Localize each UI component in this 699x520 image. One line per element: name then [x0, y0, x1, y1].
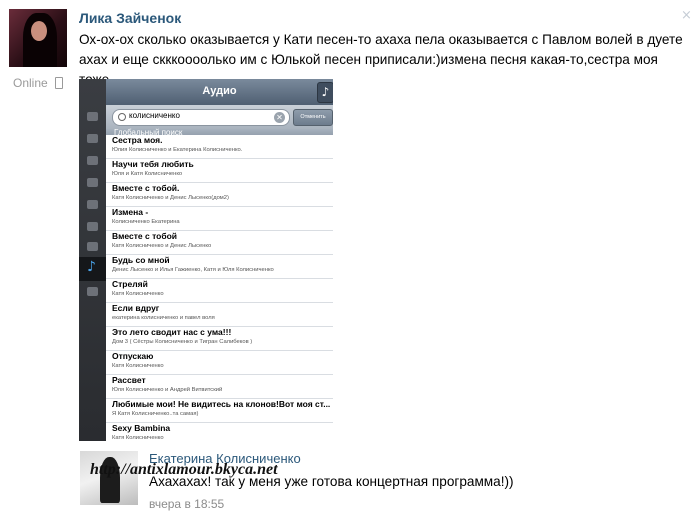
camera-icon [87, 200, 98, 209]
search-icon [118, 113, 126, 121]
track-row: Если вдруг екатерина колисниченко и паве… [106, 303, 333, 327]
app-sidebar: ♪ [79, 79, 106, 441]
track-title: Это лето сводит нас с ума!!! [112, 327, 232, 337]
track-artist: Катя Колисниченко [112, 291, 164, 297]
mail-icon [87, 178, 98, 187]
track-row: Научи тебя любить Юля и Катя Колисниченк… [106, 159, 333, 183]
audio-title: Аудио [202, 85, 237, 97]
track-row: Будь со мной Денис Лысенко и Илья Гажиен… [106, 255, 333, 279]
track-title: Sexy Bambina [112, 423, 171, 433]
track-artist: Катя Колисниченко [112, 363, 164, 369]
track-title: Вместе с тобой. [112, 183, 180, 193]
track-artist: Юлия Колисниченко и Екатерина Колисничен… [112, 147, 243, 153]
track-artist: Колисниченко Екатерина [112, 219, 180, 225]
track-artist: Денис Лысенко и Илья Гажиенко, Катя и Юл… [112, 267, 274, 273]
track-row: Сестра моя. Юлия Колисниченко и Екатерин… [106, 135, 333, 159]
audio-searchbar: колисниченко ✕ Отменить [106, 105, 333, 129]
track-row: Sexy Bambina Катя Колисниченко [106, 423, 333, 441]
post-author[interactable]: Лика Зайченок [79, 10, 181, 26]
video-icon [87, 287, 98, 296]
track-title: Если вдруг [112, 303, 160, 313]
comment-time[interactable]: вчера в 18:55 [149, 497, 224, 511]
track-title: Вместе с тобой [112, 231, 178, 241]
track-title: Измена - [112, 207, 149, 217]
track-row: Стреляй Катя Колисниченко [106, 279, 333, 303]
track-title: Будь со мной [112, 255, 170, 265]
track-title: Научи тебя любить [112, 159, 194, 169]
track-title: Сестра моя. [112, 135, 163, 145]
track-artist: Юля Колисниченко и Андрей Витвитский [112, 387, 223, 393]
messages-icon [87, 112, 98, 121]
close-icon[interactable]: × [681, 8, 692, 23]
audio-topbar: Аудио ♪ [106, 79, 333, 105]
track-title: Стреляй [112, 279, 148, 289]
track-artist: Катя Колисниченко и Денис Лысенко [112, 243, 212, 249]
chat-icon [87, 156, 98, 165]
track-artist: Дом 3 ( Сёстры Колисниченко и Тигран Сал… [112, 339, 253, 345]
track-artist: Я Катя Колисниченко..та самая) [112, 411, 199, 417]
now-playing-icon: ♪ [317, 82, 333, 103]
comment-text: Ахахахах! так у меня уже готова концертн… [149, 474, 514, 489]
track-list: Сестра моя. Юлия Колисниченко и Екатерин… [106, 135, 333, 441]
track-title: Рассвет [112, 375, 146, 385]
friends-icon [87, 242, 98, 251]
search-value: колисниченко [129, 111, 180, 120]
track-artist: Катя Колисниченко и Денис Лысенко(дом2) [112, 195, 229, 201]
user-icon [87, 222, 98, 231]
track-artist: Юля и Катя Колисниченко [112, 171, 183, 177]
track-row: Вместе с тобой. Катя Колисниченко и Дени… [106, 183, 333, 207]
avatar-face [31, 21, 47, 41]
track-row: Любимые мои! Не видитесь на клонов!Вот м… [106, 399, 333, 423]
track-row: Отпускаю Катя Колисниченко [106, 351, 333, 375]
track-title: Отпускаю [112, 351, 154, 361]
phone-icon [55, 77, 63, 89]
search-field: колисниченко ✕ [112, 109, 290, 126]
track-title: Любимые мои! Не видитесь на клонов!Вот м… [112, 399, 331, 409]
track-artist: екатерина колисниченко и павел воля [112, 315, 215, 321]
track-row: Рассвет Юля Колисниченко и Андрей Витвит… [106, 375, 333, 399]
track-artist: Катя Колисниченко [112, 435, 164, 441]
track-row: Это лето сводит нас с ума!!! Дом 3 ( Сёс… [106, 327, 333, 351]
music-note-icon: ♪ [87, 259, 96, 275]
track-row: Измена - Колисниченко Екатерина [106, 207, 333, 231]
online-status: Online [13, 76, 48, 90]
clear-icon: ✕ [274, 112, 285, 123]
attached-screenshot[interactable]: ♪ Аудио ♪ колисниченко ✕ Отменить Глобал… [79, 79, 333, 441]
cancel-button: Отменить [293, 109, 333, 126]
home-icon [87, 134, 98, 143]
author-avatar[interactable] [9, 9, 67, 67]
track-row: Вместе с тобой Катя Колисниченко и Денис… [106, 231, 333, 255]
